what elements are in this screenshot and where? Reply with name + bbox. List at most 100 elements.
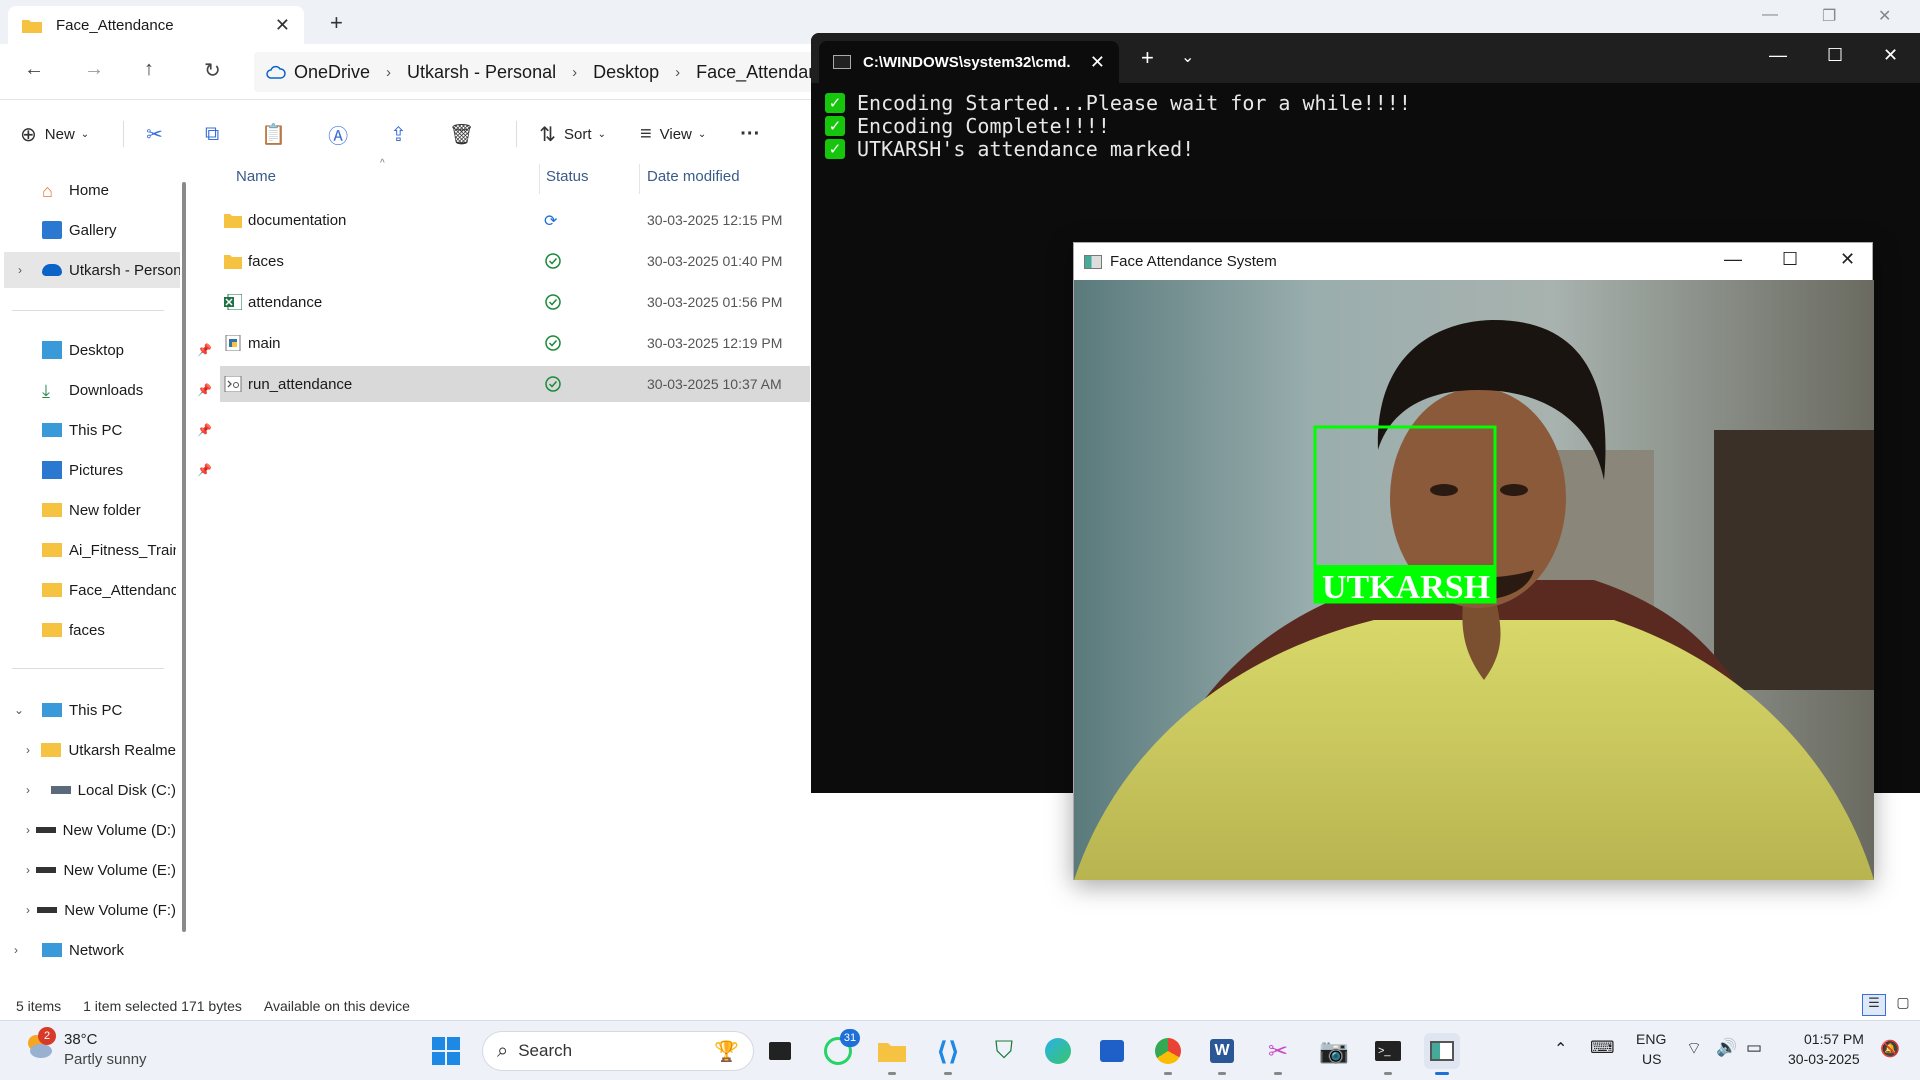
close-window-icon[interactable]: ✕: [1878, 6, 1891, 26]
nav-volume-3[interactable]: › New Volume (F:): [26, 892, 176, 928]
pin-icon: 📌: [197, 423, 212, 437]
rename-button[interactable]: Ⓐ: [328, 120, 356, 149]
column-divider[interactable]: [539, 164, 540, 194]
maximize-icon[interactable]: ☐: [1827, 45, 1843, 66]
nav-faces[interactable]: faces: [42, 612, 218, 648]
nav-volume-2[interactable]: › New Volume (E:): [26, 852, 176, 888]
cmd-tab[interactable]: C:\WINDOWS\system32\cmd. ✕: [819, 41, 1119, 83]
restore-icon[interactable]: ❐: [1822, 6, 1836, 26]
cmd-tab-title: C:\WINDOWS\system32\cmd.: [863, 53, 1071, 71]
refresh-icon[interactable]: ↻: [204, 58, 221, 83]
camera-button[interactable]: 📷: [1316, 1033, 1352, 1069]
more-options-button[interactable]: ···: [740, 123, 768, 146]
start-button[interactable]: [428, 1033, 464, 1069]
camera-title-bar[interactable]: Face Attendance System — ☐ ✕: [1074, 243, 1872, 280]
clock-date[interactable]: 30-03-2025: [1788, 1051, 1860, 1067]
whatsapp-button[interactable]: 31: [820, 1029, 860, 1069]
nav-pictures[interactable]: Pictures 📌: [42, 452, 218, 488]
explorer-tab[interactable]: Face_Attendance ✕: [8, 6, 304, 44]
back-icon[interactable]: ←: [24, 58, 44, 81]
paste-button[interactable]: 📋: [261, 122, 294, 147]
vscode-button[interactable]: ⟨⟩: [930, 1033, 966, 1075]
delete-button[interactable]: 🗑: [449, 122, 482, 147]
weather-description[interactable]: Partly sunny: [64, 1051, 147, 1068]
battery-icon[interactable]: ▭: [1746, 1038, 1762, 1058]
chevron-down-icon[interactable]: ⌄: [1181, 47, 1194, 67]
taskbar-search-box[interactable]: ⌕ Search 🏆: [482, 1031, 754, 1071]
chrome-button[interactable]: [1150, 1033, 1186, 1075]
notification-bell-icon[interactable]: 🔕: [1880, 1039, 1900, 1059]
copy-button[interactable]: ⧉: [205, 123, 227, 146]
security-button[interactable]: ⛉: [986, 1033, 1022, 1069]
column-date-modified[interactable]: Date modified: [647, 168, 740, 185]
store-button[interactable]: [1094, 1033, 1130, 1069]
nav-face-attendance[interactable]: Face_Attendance: [42, 572, 176, 608]
close-window-icon[interactable]: ✕: [1883, 45, 1898, 66]
nav-desktop[interactable]: Desktop 📌: [42, 332, 218, 368]
nav-downloads[interactable]: ⤓ Downloads 📌: [42, 372, 218, 408]
nav-local-disk[interactable]: › Local Disk (C:): [26, 772, 176, 808]
file-explorer-button[interactable]: [874, 1033, 910, 1075]
nav-home[interactable]: ⌂ Home: [42, 172, 218, 208]
column-status[interactable]: Status: [546, 168, 589, 185]
task-view-button[interactable]: [762, 1033, 798, 1069]
python-window-button[interactable]: [1424, 1033, 1460, 1075]
weather-icon[interactable]: 2: [24, 1027, 56, 1058]
new-tab-button[interactable]: +: [330, 10, 343, 36]
up-icon[interactable]: ↑: [144, 58, 154, 81]
sort-button[interactable]: ⇅ Sort ⌄: [539, 122, 606, 147]
minimize-icon[interactable]: —: [1769, 45, 1787, 66]
nav-new-folder[interactable]: New folder: [42, 492, 218, 528]
terminal-button[interactable]: >_: [1370, 1033, 1406, 1075]
edge-button[interactable]: [1040, 1033, 1076, 1069]
minimize-icon[interactable]: —: [1724, 249, 1742, 270]
tiles-view-icon[interactable]: ▢: [1892, 994, 1914, 1016]
cut-button[interactable]: ✂: [146, 122, 171, 147]
breadcrumb-desktop[interactable]: Desktop: [593, 62, 659, 83]
close-tab-icon[interactable]: ✕: [1090, 52, 1105, 73]
share-button[interactable]: ⇪: [390, 122, 415, 147]
nav-network[interactable]: › Network: [14, 932, 190, 968]
nav-realme[interactable]: › Utkarsh Realme: [26, 732, 176, 768]
close-window-icon[interactable]: ✕: [1840, 249, 1855, 270]
file-row-attendance[interactable]: attendance 30-03-2025 01:56 PM: [220, 284, 810, 320]
chevron-up-icon[interactable]: ⌃: [1554, 1039, 1567, 1059]
folder-icon: [224, 214, 242, 228]
column-name[interactable]: Name: [236, 168, 276, 185]
column-divider[interactable]: [639, 164, 640, 194]
breadcrumb-personal[interactable]: Utkarsh - Personal: [407, 62, 556, 83]
word-button[interactable]: W: [1204, 1033, 1240, 1075]
region-indicator[interactable]: US: [1642, 1051, 1661, 1067]
nav-this-pc-pinned[interactable]: This PC 📌: [42, 412, 218, 448]
clock-time[interactable]: 01:57 PM: [1804, 1031, 1864, 1047]
nav-ai-fitness[interactable]: Ai_Fitness_Trainer: [42, 532, 176, 568]
file-row-faces[interactable]: faces 30-03-2025 01:40 PM: [220, 243, 810, 279]
file-row-documentation[interactable]: documentation ⟳ 30-03-2025 12:15 PM: [220, 202, 810, 238]
breadcrumb-onedrive[interactable]: OneDrive: [294, 62, 370, 83]
python-file-icon: [225, 335, 241, 351]
file-row-run-attendance[interactable]: run_attendance 30-03-2025 10:37 AM: [220, 366, 810, 402]
maximize-icon[interactable]: ☐: [1782, 249, 1798, 270]
nav-volume-1[interactable]: › New Volume (D:): [26, 812, 176, 848]
nav-onedrive[interactable]: › Utkarsh - Personal: [4, 252, 180, 288]
weather-temperature[interactable]: 38°C: [64, 1031, 98, 1048]
language-indicator[interactable]: ENG: [1636, 1031, 1666, 1047]
close-tab-icon[interactable]: ✕: [275, 15, 290, 36]
nav-this-pc[interactable]: ⌄ This PC: [14, 692, 190, 728]
breadcrumb[interactable]: OneDrive › Utkarsh - Personal › Desktop …: [254, 52, 854, 92]
minimize-icon[interactable]: —: [1762, 6, 1778, 24]
plus-circle-icon: ⊕: [20, 123, 37, 146]
view-button[interactable]: ≡ View ⌄: [640, 123, 706, 146]
new-button[interactable]: ⊕ New ⌄: [20, 122, 89, 147]
forward-icon[interactable]: →: [84, 58, 104, 81]
file-row-main[interactable]: main 30-03-2025 12:19 PM: [220, 325, 810, 361]
new-tab-button[interactable]: +: [1141, 45, 1154, 71]
nav-gallery[interactable]: Gallery: [42, 212, 218, 248]
wifi-icon[interactable]: ⌔: [1686, 1038, 1702, 1059]
drive-icon: [50, 786, 71, 794]
keyboard-icon[interactable]: ⌨: [1590, 1038, 1615, 1058]
volume-icon[interactable]: 🔊: [1716, 1038, 1737, 1058]
nav-scrollbar[interactable]: [182, 182, 186, 932]
details-view-icon[interactable]: ☰: [1862, 994, 1886, 1016]
snipping-tool-button[interactable]: ✂: [1260, 1033, 1296, 1075]
